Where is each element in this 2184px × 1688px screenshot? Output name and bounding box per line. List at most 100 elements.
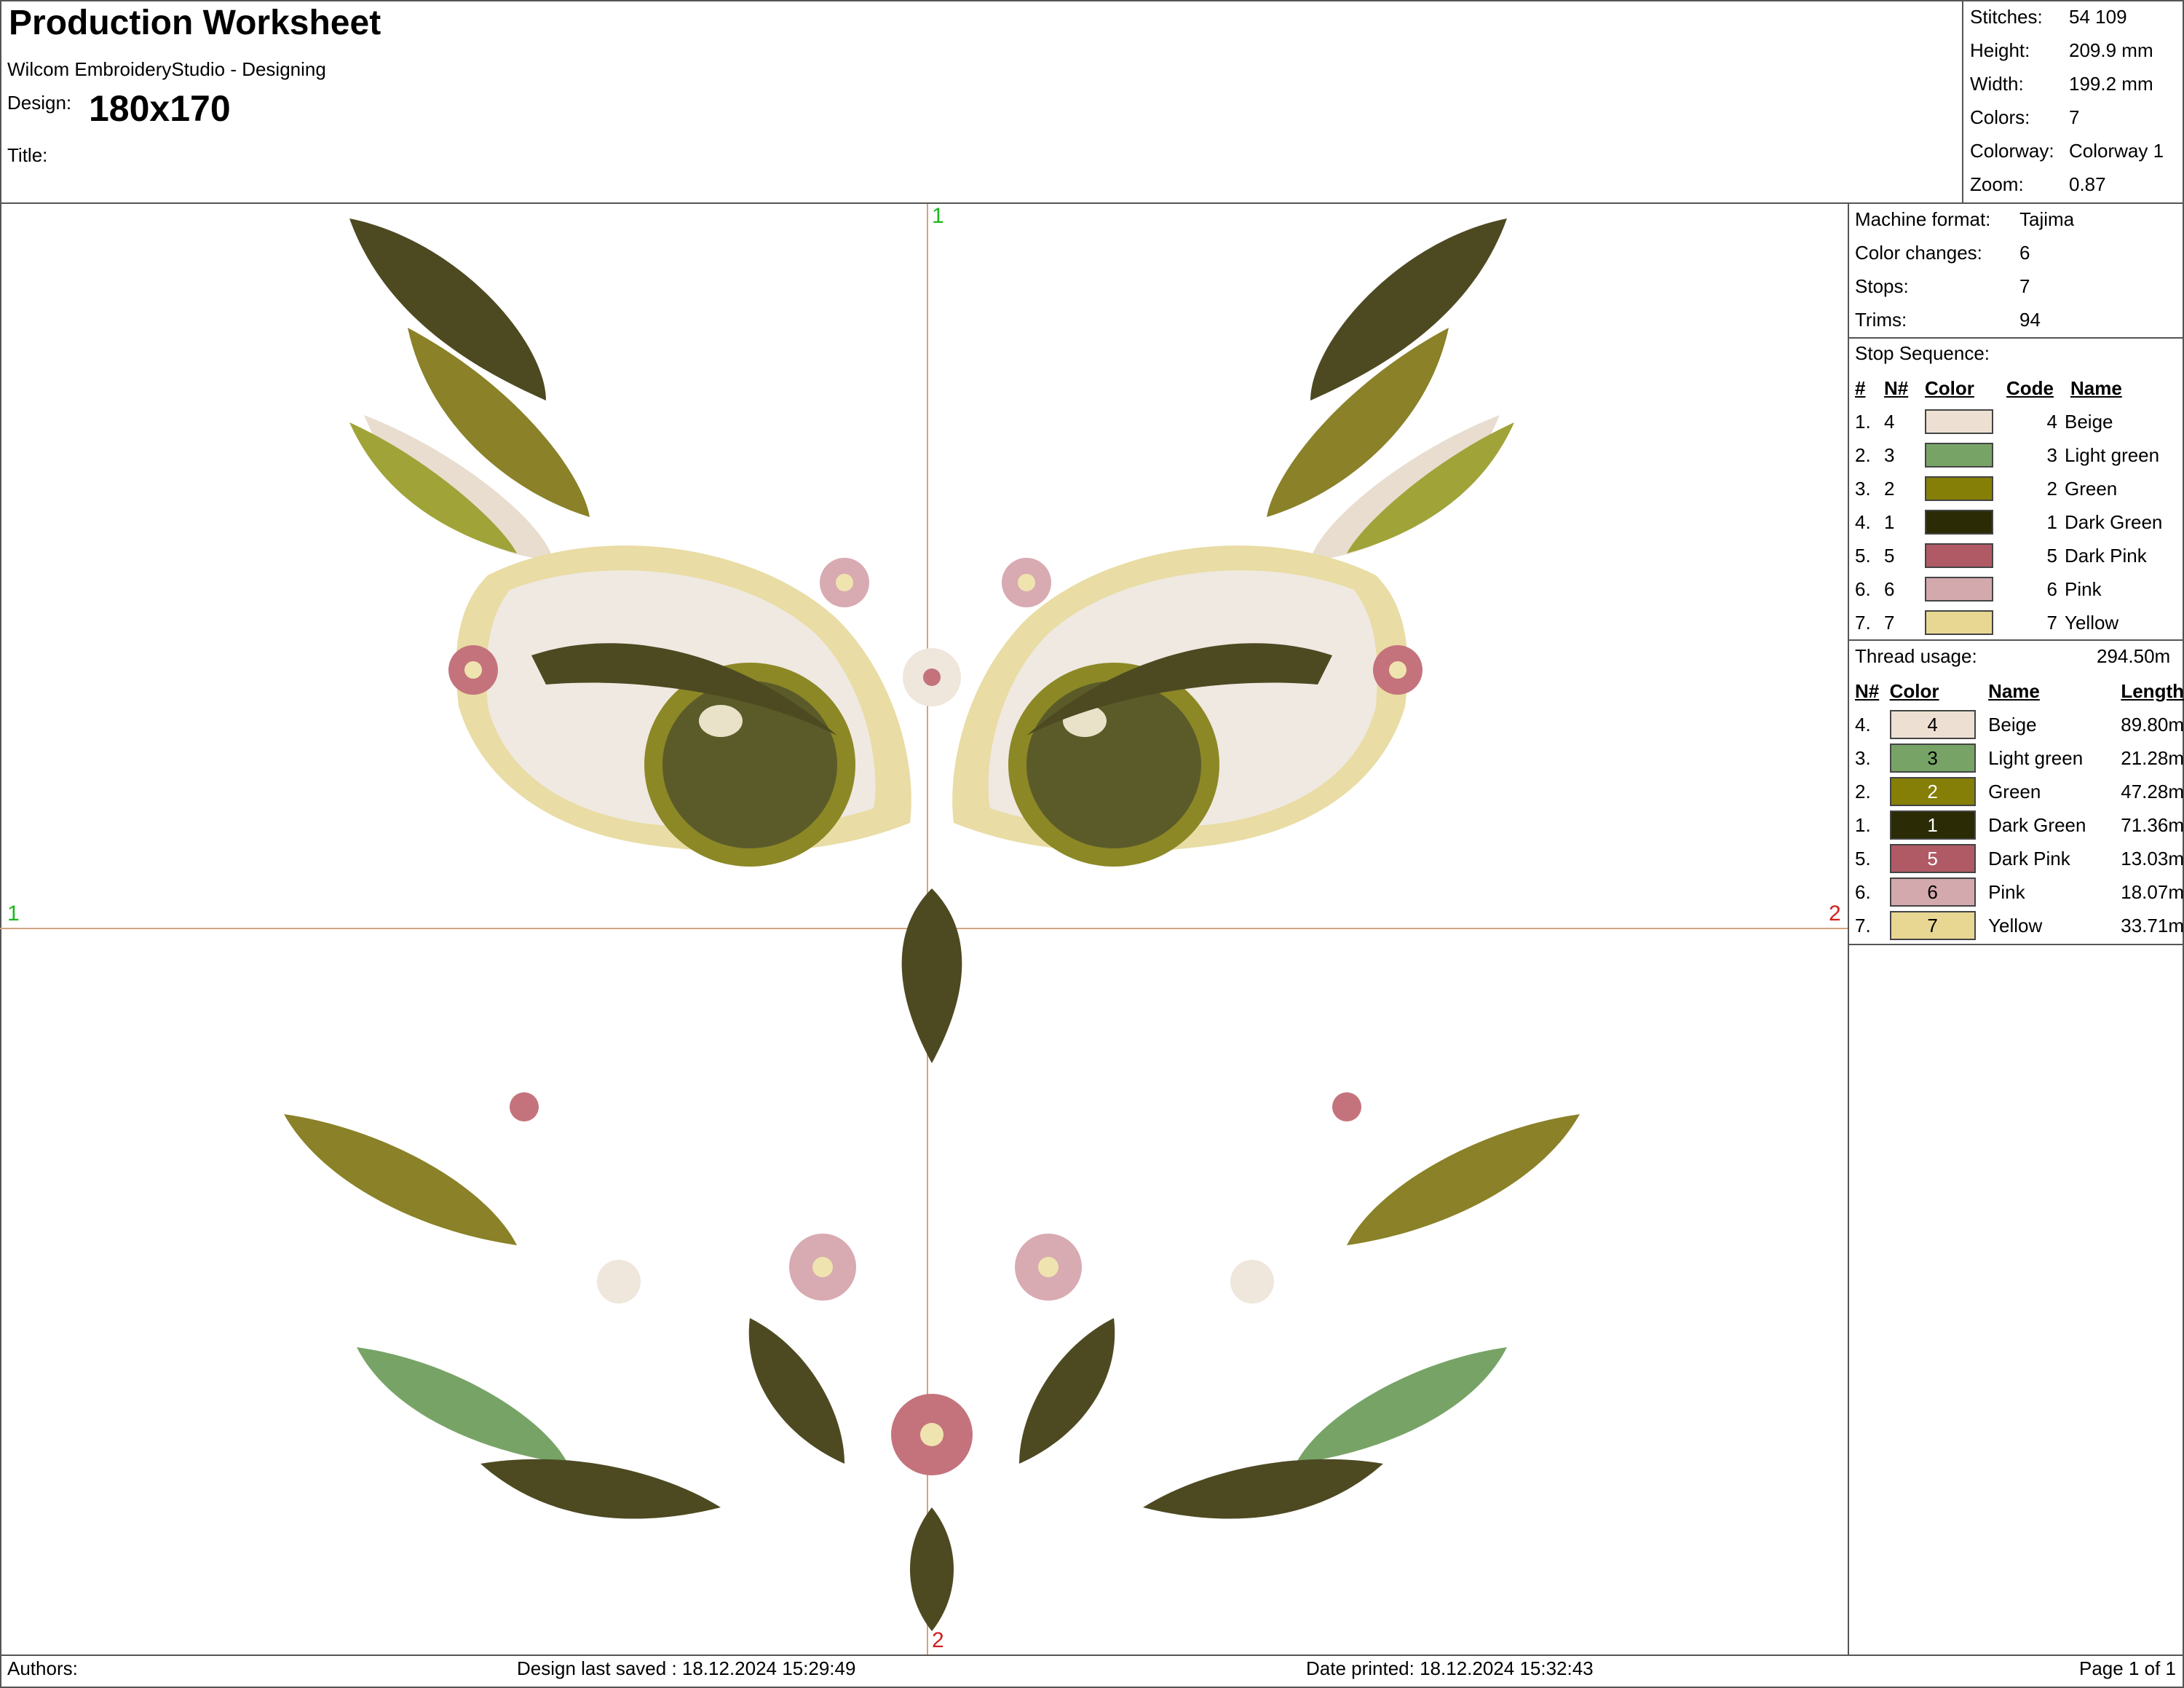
stop-index: 7.	[1855, 611, 1871, 634]
footer-top-line	[0, 1655, 2184, 1656]
color-swatch: 6	[1889, 877, 1976, 907]
stop-needle: 1	[1884, 510, 1895, 533]
machine-label: Stops:	[1855, 275, 1909, 297]
color-swatch	[1925, 510, 1993, 535]
machine-label: Color changes:	[1855, 241, 1982, 264]
stop-index: 1.	[1855, 410, 1871, 433]
footer-authors: Authors:	[7, 1657, 78, 1679]
stop-index: 3.	[1855, 477, 1871, 500]
stop-code: 4	[2046, 410, 2057, 433]
stop-code: 6	[2046, 577, 2057, 600]
thread-length: 18.07m	[2121, 880, 2184, 903]
color-swatch	[1925, 443, 1993, 468]
stop-sequence-title: Stop Sequence:	[1855, 342, 1990, 364]
machine-row: Stops: 7	[1849, 269, 2074, 303]
stop-index: 6.	[1855, 577, 1871, 600]
stop-color-cell	[1919, 505, 2001, 539]
machine-bottom-line	[1849, 337, 2184, 339]
color-swatch	[1925, 610, 1993, 636]
stop-sequence-row: 5. 5 5 Dark Pink	[1849, 539, 2162, 572]
stop-name: Dark Green	[2065, 510, 2163, 533]
stop-sequence-header-cell: Name	[2070, 376, 2122, 399]
color-swatch	[1925, 577, 1993, 602]
summary-value: 7	[2069, 106, 2080, 128]
thread-needle: 4.	[1855, 713, 1871, 735]
thread-usage-table: N# Color Name Length 4. 4 Beige 89.80m 3. 3 Light …	[1849, 674, 2184, 942]
footer-date-printed: Date printed: 18.12.2024 15:32:43	[1306, 1657, 1594, 1679]
thread-name: Light green	[1988, 746, 2084, 769]
thread-usage-row: 4. 4 Beige 89.80m	[1849, 708, 2184, 741]
footer-last-saved: Design last saved : 18.12.2024 15:29:49	[517, 1657, 856, 1679]
axis-left-label: 1	[7, 902, 20, 926]
thread-color-cell: 5	[1884, 842, 1982, 875]
machine-value: 7	[2019, 275, 2030, 297]
stop-index: 4.	[1855, 510, 1871, 533]
thread-usage-row: 3. 3 Light green 21.28m	[1849, 741, 2184, 775]
machine-value: 6	[2019, 241, 2030, 264]
summary-row: Stitches: 54 109	[1964, 0, 2164, 33]
stop-sequence-row: 6. 6 6 Pink	[1849, 572, 2162, 606]
stop-sequence-header-cell: N#	[1884, 376, 1909, 399]
stop-code: 2	[2046, 477, 2057, 500]
color-swatch: 4	[1889, 710, 1976, 739]
color-swatch	[1925, 409, 1993, 435]
stop-sequence-header-cell: Color	[1925, 376, 1974, 399]
stop-code: 7	[2046, 611, 2057, 634]
thread-name: Dark Green	[1988, 813, 2086, 836]
header-divider	[1962, 0, 1963, 204]
thread-name: Yellow	[1988, 914, 2043, 936]
thread-name: Green	[1988, 780, 2041, 802]
stop-color-cell	[1919, 606, 2001, 639]
summary-row: Width: 199.2 mm	[1964, 67, 2164, 100]
stop-name: Yellow	[2065, 611, 2119, 634]
color-swatch	[1925, 543, 1993, 569]
stop-color-cell	[1919, 472, 2001, 505]
summary-row: Colors: 7	[1964, 100, 2164, 134]
thread-color-cell: 4	[1884, 708, 1982, 741]
thread-usage-header-cell: Length	[2121, 679, 2184, 702]
thread-color-cell: 3	[1884, 741, 1982, 775]
thread-needle: 5.	[1855, 847, 1871, 869]
owl-face	[456, 545, 1408, 1063]
stop-name: Light green	[2065, 443, 2160, 466]
thread-usage-row: 5. 5 Dark Pink 13.03m	[1849, 842, 2184, 875]
thread-length: 89.80m	[2121, 713, 2184, 735]
thread-length: 33.71m	[2121, 914, 2184, 936]
summary-value: 0.87	[2069, 173, 2106, 195]
stop-name: Dark Pink	[2065, 544, 2147, 567]
stop-sequence-table: # N# Color Code Name 1. 4 4 Beige 2. 3 3 Light green…	[1849, 371, 2162, 639]
stop-sequence-header-cell: Code	[2006, 376, 2054, 399]
stop-code: 1	[2046, 510, 2057, 533]
thread-usage-row: 7. 7 Yellow 33.71m	[1849, 909, 2184, 942]
summary-value: Colorway 1	[2069, 139, 2164, 162]
thread-needle: 3.	[1855, 746, 1871, 769]
summary-row: Height: 209.9 mm	[1964, 33, 2164, 67]
stop-needle: 5	[1884, 544, 1895, 567]
color-swatch: 7	[1889, 911, 1976, 940]
stop-name: Pink	[2065, 577, 2102, 600]
footer-page-number: Page 1 of 1	[2079, 1657, 2176, 1679]
software-name: Wilcom EmbroideryStudio - Designing	[7, 58, 326, 80]
thread-name: Pink	[1988, 880, 2025, 903]
thread-color-cell: 1	[1884, 808, 1982, 842]
stop-sequence-row: 4. 1 1 Dark Green	[1849, 505, 2162, 539]
stop-index: 2.	[1855, 443, 1871, 466]
stop-color-cell	[1919, 405, 2001, 438]
stop-sequence-row: 1. 4 4 Beige	[1849, 405, 2162, 438]
machine-row: Machine format: Tajima	[1849, 202, 2074, 236]
summary-label: Height:	[1970, 39, 2030, 61]
title-label: Title:	[7, 144, 48, 166]
thread-bottom-line	[1849, 944, 2184, 945]
summary-table: Stitches: 54 109 Height: 209.9 mm Width: 199.…	[1964, 0, 2164, 201]
thread-usage-row: 1. 1 Dark Green 71.36m	[1849, 808, 2184, 842]
machine-label: Machine format:	[1855, 208, 1991, 230]
summary-label: Colors:	[1970, 106, 2030, 128]
design-label: Design:	[7, 92, 72, 114]
stop-sequence-header-cell: #	[1855, 376, 1866, 399]
thread-usage-header-cell: Name	[1988, 679, 2040, 702]
thread-usage-total: 294.50m	[2097, 645, 2171, 667]
thread-usage-header: N# Color Name Length	[1849, 674, 2184, 708]
thread-usage-row: 2. 2 Green 47.28m	[1849, 775, 2184, 808]
stop-name: Green	[2065, 477, 2118, 500]
axis-right-label: 2	[1829, 902, 1841, 926]
